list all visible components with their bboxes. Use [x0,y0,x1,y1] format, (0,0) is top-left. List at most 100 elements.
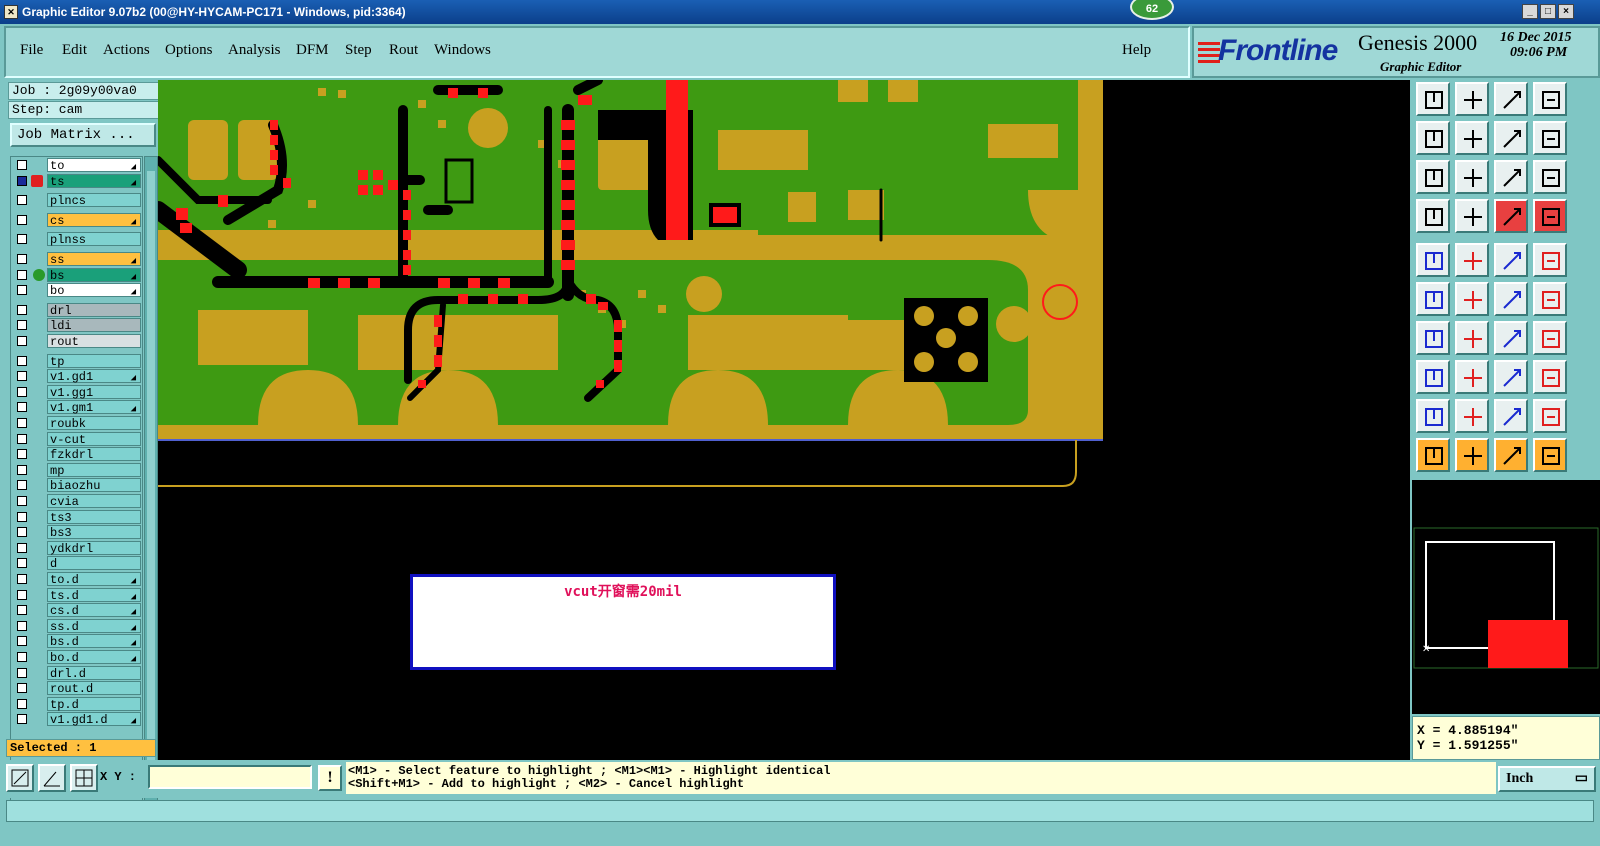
layer-checkbox[interactable] [17,714,27,725]
home-tool-button[interactable] [1494,82,1528,116]
menu-rout[interactable]: Rout [389,42,418,59]
layer-name[interactable]: v1.gd1.d ◢ [47,712,141,727]
layer-checkbox[interactable] [17,683,27,694]
layer-name[interactable]: drl [47,302,141,318]
layer-name[interactable]: drl.d [47,665,141,681]
layer-name[interactable]: v1.gd1 ◢ [47,369,141,384]
layer-checkbox[interactable] [17,527,27,538]
layer-row[interactable]: bs3 [13,525,141,540]
layer-name[interactable]: fzkdrl [47,447,141,462]
layer-checkbox[interactable] [17,542,27,553]
layer-name[interactable]: ts3 [47,509,141,525]
split-tool-button[interactable] [1533,321,1567,355]
cursor-box-tool-button[interactable] [1455,438,1489,472]
layer-checkbox[interactable] [17,652,27,662]
layer-row[interactable]: ldi [13,318,141,333]
layer-checkbox[interactable] [17,511,27,522]
layer-name[interactable]: cvia [47,494,141,509]
layer-row[interactable]: v1.gg1 [13,384,141,400]
layer-row[interactable]: ts.d ◢ [13,587,141,603]
shape-tool-button[interactable] [1416,360,1450,394]
overview-map[interactable]: ✕ [1412,480,1600,714]
menu-analysis[interactable]: Analysis [228,42,281,59]
layer-row[interactable]: drl.d [13,665,141,681]
layer-name[interactable]: rout.d [47,681,141,696]
triangle-up-tool-button[interactable] [1455,399,1489,433]
layer-checkbox[interactable] [17,355,27,366]
zoom-area-button[interactable] [6,764,34,792]
layer-checkbox[interactable] [17,371,27,382]
probe-tool-button[interactable] [1455,199,1489,233]
layer-checkbox[interactable] [17,336,27,346]
layer-checkbox[interactable] [17,558,27,569]
layer-checkbox[interactable] [17,464,27,475]
layer-checkbox[interactable] [17,320,27,331]
snapshot-tool-button[interactable] [1416,243,1450,277]
alert-button[interactable]: ! [318,765,342,791]
layer-name[interactable]: bo ◢ [47,283,141,298]
close-button[interactable]: × [1558,4,1574,19]
undo-arc-tool-button[interactable] [1494,321,1528,355]
window-title-bar[interactable]: ✕ Graphic Editor 9.07b2 (00@HY-HYCAM-PC1… [0,0,1600,24]
a-tool-button[interactable] [1494,399,1528,433]
layer-row[interactable]: plncs [13,193,141,208]
cross-tool-button[interactable] [1455,282,1489,316]
resize-tool-button[interactable] [1494,360,1528,394]
triangle-tool-button[interactable] [1416,399,1450,433]
layer-checkbox[interactable] [17,698,27,709]
menu-options[interactable]: Options [165,42,213,59]
layer-row[interactable]: drl [13,302,141,318]
connect-tool-button[interactable] [1416,282,1450,316]
layer-name[interactable]: ts ◢ [47,173,141,189]
xy-input[interactable] [148,765,312,789]
cluster-tool-button[interactable] [1533,360,1567,394]
menu-actions[interactable]: Actions [103,42,150,59]
layer-name[interactable]: v1.gm1 ◢ [47,400,141,415]
layer-checkbox[interactable] [17,234,27,245]
layer-checkbox[interactable] [17,402,27,413]
layer-name[interactable]: cs.d ◢ [47,603,141,618]
rotate-tool-button[interactable] [1455,243,1489,277]
grid-button[interactable] [70,764,98,792]
menu-file[interactable]: File [20,42,43,59]
snap-tool-button[interactable] [1494,121,1528,155]
layer-row[interactable]: mp [13,462,141,478]
layer-name[interactable]: mp [47,462,141,478]
layer-checkbox[interactable] [17,269,27,280]
layer-name[interactable]: ydkdrl [47,540,141,556]
layer-checkbox[interactable] [17,589,27,600]
layer-name[interactable]: to ◢ [47,158,141,173]
layer-row[interactable]: v1.gd1 ◢ [13,369,141,384]
move-point-tool-button[interactable] [1533,282,1567,316]
layer-row[interactable]: cs ◢ [13,212,141,228]
delete-line-tool-button[interactable] [1455,360,1489,394]
zoom-fit-tool-button[interactable] [1416,160,1450,194]
menu-help[interactable]: Help [1122,42,1151,59]
pins-tool-button[interactable] [1533,199,1567,233]
layer-checkbox[interactable] [17,175,27,186]
layer-checkbox[interactable] [17,636,27,647]
graphic-canvas[interactable]: vcut开窗需20mil [158,80,1410,760]
layer-row[interactable]: ts3 [13,509,141,525]
layer-row[interactable]: v-cut [13,431,141,447]
scrollbar-thumb[interactable] [147,171,155,771]
layer-row[interactable]: to.d ◢ [13,572,141,587]
layer-name[interactable]: ldi [47,318,141,333]
layer-checkbox[interactable] [17,254,27,264]
minimize-button[interactable]: _ [1522,4,1538,19]
layer-checkbox[interactable] [17,605,27,616]
units-select[interactable]: Inch ▭ [1498,766,1596,792]
layer-row[interactable]: tp.d [13,696,141,712]
layer-row[interactable]: ss.d ◢ [13,618,141,634]
layer-checkbox[interactable] [17,620,27,631]
layer-row[interactable]: bs ◢ [13,267,141,283]
ruler-tool-button[interactable] [1494,243,1528,277]
layer-name[interactable]: v-cut [47,431,141,447]
layer-row[interactable]: tp [13,353,141,369]
menu-edit[interactable]: Edit [62,42,87,59]
layer-row[interactable]: plnss [13,232,141,247]
cursor-tool-button[interactable] [1416,438,1450,472]
layer-name[interactable]: ss ◢ [47,252,141,267]
query-tool-button[interactable] [1533,160,1567,194]
layer-row[interactable]: ts ◢ [13,173,141,189]
